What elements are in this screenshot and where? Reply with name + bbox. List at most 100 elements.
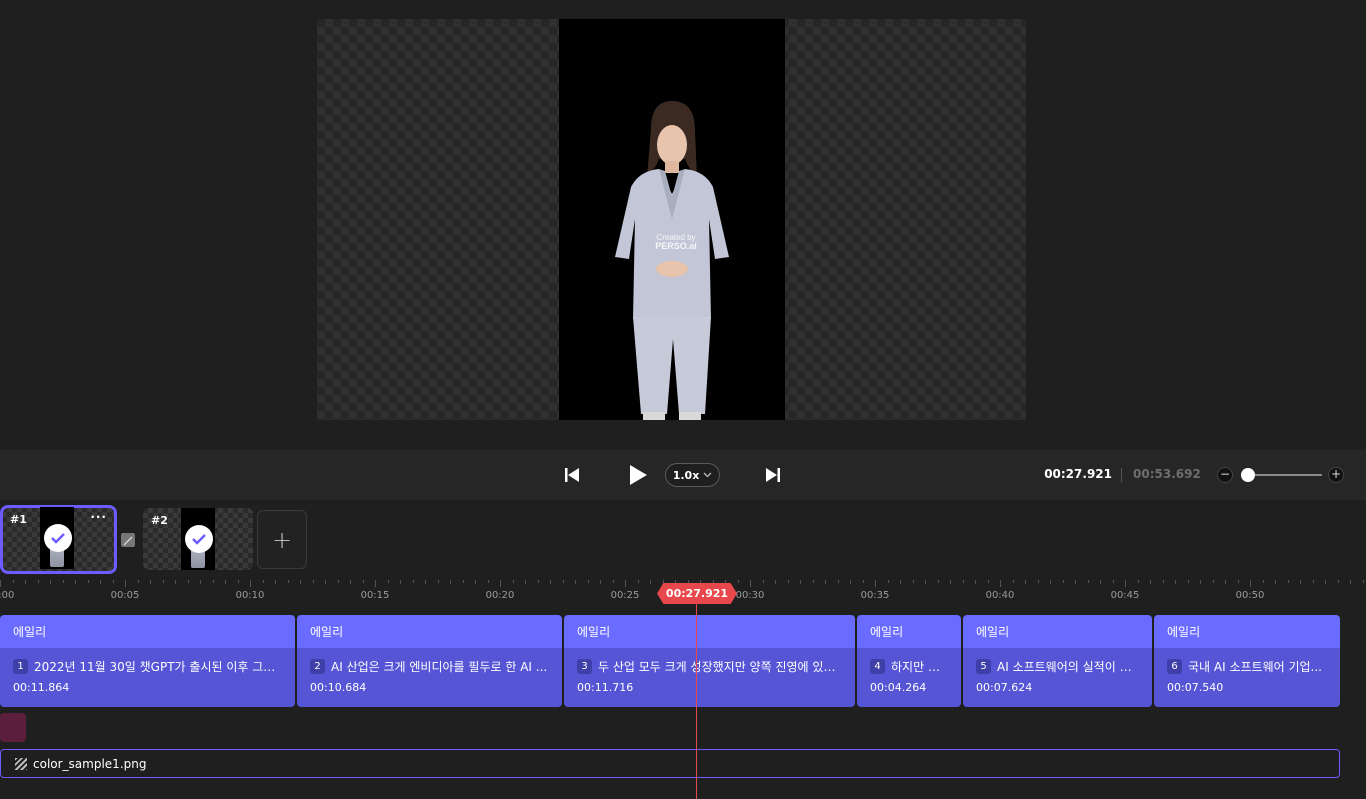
image-track-label: color_sample1.png <box>33 756 147 771</box>
ruler-tick <box>1325 580 1326 584</box>
image-icon <box>15 757 27 770</box>
ruler-tick <box>800 580 801 584</box>
skip-back-button[interactable] <box>562 465 582 485</box>
chevron-down-icon <box>703 472 712 478</box>
ruler-subtick <box>837 580 839 583</box>
speed-label: 1.0x <box>672 468 700 482</box>
clip-duration: 00:04.264 <box>870 681 927 694</box>
ruler-subtick <box>1137 580 1139 583</box>
script-clip-3[interactable]: 에일리 3 두 산업 모두 크게 성장했지만 양쪽 진영에 있는... 00:11.7… <box>564 615 855 707</box>
ruler-tick <box>325 580 326 584</box>
skip-forward-icon <box>766 468 780 482</box>
ruler-subtick <box>12 580 14 583</box>
ruler-tick <box>550 580 551 584</box>
ruler-subtick <box>437 580 439 583</box>
background-color-clip[interactable] <box>0 713 26 742</box>
plus-icon: + <box>271 525 293 554</box>
ruler-tick <box>275 580 276 584</box>
clip-speaker: 에일리 <box>1154 615 1340 648</box>
script-clip-6[interactable]: 에일리 6 국내 AI 소프트웨어 기업... 00:07.540 <box>1154 615 1340 707</box>
script-clip-2[interactable]: 에일리 2 AI 산업은 크게 엔비디아를 필두로 한 AI ... 00:10.68… <box>297 615 562 707</box>
ruler-tick <box>225 580 226 584</box>
ruler-subtick <box>387 580 389 583</box>
ruler-tick <box>1050 580 1051 584</box>
watermark-text: Created by PERSO.ai <box>651 233 701 251</box>
ruler-subtick <box>1087 580 1089 583</box>
ruler-subtick <box>87 580 89 583</box>
clip-script-row: 4 하지만 최... <box>870 658 948 675</box>
scene-thumbnail-2[interactable]: #2 <box>143 508 253 570</box>
zoom-in-button[interactable]: + <box>1328 467 1344 483</box>
scene-thumbnail-1[interactable]: #1 ··· <box>0 505 117 574</box>
ruler-label: 00:25 <box>610 590 640 601</box>
ruler-label: 00:20 <box>485 590 515 601</box>
video-frame[interactable]: Created by PERSO.ai <box>559 19 785 420</box>
ruler-subtick <box>487 580 489 583</box>
ruler-subtick <box>1162 580 1164 583</box>
ruler-subtick <box>762 580 764 583</box>
ruler-subtick <box>787 580 789 583</box>
clip-script-text: 하지만 최... <box>891 660 948 674</box>
ruler-subtick <box>812 580 814 583</box>
ruler-subtick <box>712 580 714 583</box>
skip-back-icon <box>565 468 579 482</box>
ruler-subtick <box>337 580 339 583</box>
clip-number: 2 <box>310 659 325 674</box>
ruler-subtick <box>1112 580 1114 583</box>
ruler-tick <box>250 580 251 587</box>
ruler-label: 00:05 <box>110 590 140 601</box>
ruler-label: 00:50 <box>1235 590 1265 601</box>
clip-duration: 00:07.624 <box>976 681 1033 694</box>
scene-list: #1 ··· #2 + <box>0 500 1366 578</box>
image-track-clip[interactable]: color_sample1.png <box>0 749 1340 778</box>
ruler-tick <box>900 580 901 584</box>
ruler-tick <box>825 580 826 584</box>
total-time: 00:53.692 <box>1133 467 1201 481</box>
ruler-tick <box>25 580 26 584</box>
clip-body: 1 2022년 11월 30일 챗GPT가 출시된 이후 그야... 00:11.8… <box>0 648 295 707</box>
clip-script-row: 5 AI 소프트웨어의 실적이 찍... <box>976 658 1139 675</box>
script-clip-4[interactable]: 에일리 4 하지만 최... 00:04.264 <box>857 615 961 707</box>
clip-number: 3 <box>577 659 592 674</box>
ruler-tick <box>100 580 101 584</box>
clip-script-text: 국내 AI 소프트웨어 기업... <box>1188 660 1322 674</box>
add-scene-button[interactable]: + <box>257 510 307 569</box>
ruler-tick <box>0 580 1 587</box>
ruler-tick <box>425 580 426 584</box>
clip-speaker: 에일리 <box>297 615 562 648</box>
ruler-subtick <box>1312 580 1314 583</box>
clip-script-text: 2022년 11월 30일 챗GPT가 출시된 이후 그야... <box>34 660 282 674</box>
ruler-tick <box>625 580 626 587</box>
ruler-tick <box>950 580 951 584</box>
playhead-line[interactable] <box>696 604 697 799</box>
ruler-tick <box>650 580 651 584</box>
zoom-slider-handle[interactable] <box>1241 468 1255 482</box>
ruler-tick <box>175 580 176 584</box>
script-clip-5[interactable]: 에일리 5 AI 소프트웨어의 실적이 찍... 00:07.624 <box>963 615 1152 707</box>
clip-number: 4 <box>870 659 885 674</box>
playback-speed-select[interactable]: 1.0x <box>665 463 720 487</box>
script-clip-1[interactable]: 에일리 1 2022년 11월 30일 챗GPT가 출시된 이후 그야... 00:1… <box>0 615 295 707</box>
play-button[interactable] <box>626 463 650 487</box>
clip-script-row: 3 두 산업 모두 크게 성장했지만 양쪽 진영에 있는... <box>577 658 842 675</box>
ruler-subtick <box>462 580 464 583</box>
clip-script-text: AI 소프트웨어의 실적이 찍... <box>997 660 1139 674</box>
ruler-tick <box>1150 580 1151 584</box>
ruler-subtick <box>187 580 189 583</box>
clip-body: 6 국내 AI 소프트웨어 기업... 00:07.540 <box>1154 648 1340 707</box>
ruler-subtick <box>662 580 664 583</box>
ruler-subtick <box>987 580 989 583</box>
ruler-subtick <box>112 580 114 583</box>
ruler-subtick <box>687 580 689 583</box>
transition-icon[interactable] <box>121 533 135 547</box>
skip-forward-button[interactable] <box>763 465 783 485</box>
zoom-out-button[interactable]: − <box>1217 467 1233 483</box>
clip-duration: 00:10.684 <box>310 681 367 694</box>
playhead-time-badge[interactable]: 00:27.921 <box>657 583 737 604</box>
clip-duration: 00:11.864 <box>13 681 70 694</box>
clip-duration: 00:11.716 <box>577 681 634 694</box>
clip-speaker: 에일리 <box>564 615 855 648</box>
ruler-subtick <box>962 580 964 583</box>
ruler-tick <box>75 580 76 584</box>
more-options-icon[interactable]: ··· <box>90 510 107 524</box>
